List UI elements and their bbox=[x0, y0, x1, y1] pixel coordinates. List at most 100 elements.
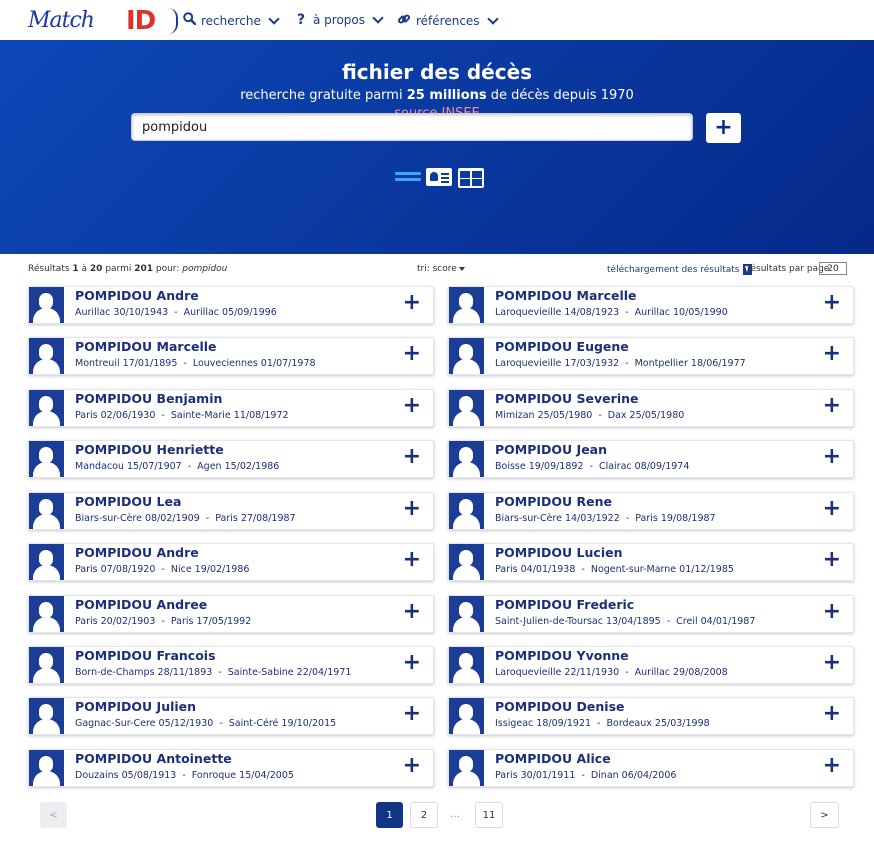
person-events: Mimizan 25/05/1980- Dax 25/05/1980 bbox=[495, 410, 684, 421]
person-events: Boisse 19/09/1892- Clairac 08/09/1974 bbox=[495, 461, 689, 472]
person-name: POMPIDOU Frederic bbox=[495, 597, 635, 612]
person-avatar-icon bbox=[29, 338, 64, 374]
grid-view-icon[interactable] bbox=[458, 168, 484, 188]
result-card[interactable]: POMPIDOU Antoinette Douzains 05/08/1913- F… bbox=[28, 749, 434, 787]
expand-plus-icon[interactable]: + bbox=[403, 443, 421, 471]
expand-plus-icon[interactable]: + bbox=[403, 495, 421, 523]
prev-page-button[interactable]: < bbox=[40, 802, 67, 828]
expand-plus-icon[interactable]: + bbox=[823, 340, 841, 368]
separator: - bbox=[161, 564, 165, 575]
nav-item-references[interactable]: références bbox=[397, 12, 499, 30]
subtitle-text: recherche gratuite parmi bbox=[240, 88, 407, 103]
person-name: POMPIDOU Rene bbox=[495, 494, 613, 509]
matchid-logo[interactable]: Match ID bbox=[28, 6, 178, 36]
page-1-button[interactable]: 1 bbox=[376, 802, 403, 828]
result-card[interactable]: POMPIDOU Yvonne Laroquevieille 22/11/1930… bbox=[448, 646, 854, 684]
person-events: Gagnac-Sur-Cere 05/12/1930- Saint-Céré 19… bbox=[75, 718, 336, 729]
expand-plus-icon[interactable]: + bbox=[403, 340, 421, 368]
separator: - bbox=[597, 718, 601, 729]
person-avatar-icon bbox=[29, 596, 64, 632]
sort-label: tri: score bbox=[417, 264, 457, 274]
result-card[interactable]: POMPIDOU Rene Biars-sur-Cère 14/03/1922- P… bbox=[448, 492, 854, 530]
expand-plus-icon[interactable]: + bbox=[823, 289, 841, 317]
birth-info: Paris 04/01/1938 bbox=[495, 564, 576, 575]
expand-plus-icon[interactable]: + bbox=[823, 392, 841, 420]
person-avatar-icon bbox=[449, 698, 484, 734]
list-view-icon[interactable] bbox=[395, 172, 421, 182]
nav-item-a-propos[interactable]: ? à propos bbox=[294, 12, 384, 28]
page-11-button[interactable]: 11 bbox=[475, 802, 503, 828]
result-card[interactable]: POMPIDOU Andre Paris 07/08/1920- Nice 19/0… bbox=[28, 543, 434, 581]
result-card[interactable]: POMPIDOU Henriette Mandacou 15/07/1907- Ag… bbox=[28, 440, 434, 478]
logo-script: Match bbox=[28, 8, 95, 33]
result-card[interactable]: POMPIDOU Severine Mimizan 25/05/1980- Dax … bbox=[448, 389, 854, 427]
result-card[interactable]: POMPIDOU Denise Issigeac 18/09/1921- Borde… bbox=[448, 697, 854, 735]
expand-plus-icon[interactable]: + bbox=[403, 700, 421, 728]
expand-plus-icon[interactable]: + bbox=[823, 598, 841, 626]
page-2-button[interactable]: 2 bbox=[410, 802, 438, 828]
result-card[interactable]: POMPIDOU Francois Born-de-Champs 28/11/18… bbox=[28, 646, 434, 684]
person-name: POMPIDOU Andre bbox=[75, 288, 199, 303]
result-card[interactable]: POMPIDOU Benjamin Paris 02/06/1930- Sainte… bbox=[28, 389, 434, 427]
result-card[interactable]: POMPIDOU Jean Boisse 19/09/1892- Clairac 0… bbox=[448, 440, 854, 478]
expand-plus-icon[interactable]: + bbox=[823, 495, 841, 523]
advanced-search-button[interactable]: + bbox=[706, 113, 741, 143]
person-name: POMPIDOU Antoinette bbox=[75, 751, 232, 766]
person-avatar-icon bbox=[449, 750, 484, 786]
death-info: Nogent-sur-Marne 01/12/1985 bbox=[590, 564, 734, 575]
chevron-down-icon bbox=[372, 12, 384, 24]
death-info: Louveciennes 01/07/1978 bbox=[192, 358, 316, 369]
person-avatar-icon bbox=[29, 750, 64, 786]
result-card[interactable]: POMPIDOU Julien Gagnac-Sur-Cere 05/12/193… bbox=[28, 697, 434, 735]
link-icon bbox=[397, 12, 411, 30]
expand-plus-icon[interactable]: + bbox=[403, 752, 421, 780]
next-page-button[interactable]: > bbox=[810, 802, 839, 828]
expand-plus-icon[interactable]: + bbox=[823, 649, 841, 677]
person-avatar-icon bbox=[29, 698, 64, 734]
search-input[interactable]: pompidou bbox=[131, 113, 693, 141]
result-card[interactable]: POMPIDOU Lea Biars-sur-Cère 08/02/1909- Pa… bbox=[28, 492, 434, 530]
result-card[interactable]: POMPIDOU Andre Aurillac 30/10/1943- Aurill… bbox=[28, 286, 434, 324]
expand-plus-icon[interactable]: + bbox=[403, 392, 421, 420]
summary-to: 20 bbox=[89, 264, 103, 274]
result-card[interactable]: POMPIDOU Marcelle Laroquevieille 14/08/19… bbox=[448, 286, 854, 324]
expand-plus-icon[interactable]: + bbox=[823, 700, 841, 728]
nav-label: recherche bbox=[201, 13, 261, 28]
birth-info: Aurillac 30/10/1943 bbox=[75, 307, 169, 318]
death-info: Dax 25/05/1980 bbox=[607, 410, 685, 421]
results-summary: Résultats 1 à 20 parmi 201 pour: pompido… bbox=[28, 264, 227, 274]
result-card[interactable]: POMPIDOU Lucien Paris 04/01/1938- Nogent-s… bbox=[448, 543, 854, 581]
person-events: Laroquevieille 22/11/1930- Aurillac 29/08… bbox=[495, 667, 728, 678]
search-icon bbox=[182, 12, 196, 29]
result-card[interactable]: POMPIDOU Frederic Saint-Julien-de-Toursac… bbox=[448, 595, 854, 633]
nav-item-recherche[interactable]: recherche bbox=[182, 12, 280, 29]
person-name: POMPIDOU Alice bbox=[495, 751, 611, 766]
birth-info: Laroquevieille 14/08/1923 bbox=[495, 307, 620, 318]
person-name: POMPIDOU Andree bbox=[75, 597, 208, 612]
card-view-icon[interactable] bbox=[426, 168, 452, 186]
per-page-input[interactable]: 20 bbox=[819, 262, 847, 275]
birth-info: Boisse 19/09/1892 bbox=[495, 461, 584, 472]
download-results-link[interactable]: téléchargement des résultats bbox=[607, 264, 753, 275]
expand-plus-icon[interactable]: + bbox=[823, 546, 841, 574]
hero-subtitle: recherche gratuite parmi 25 millions de … bbox=[0, 88, 874, 103]
expand-plus-icon[interactable]: + bbox=[403, 546, 421, 574]
expand-plus-icon[interactable]: + bbox=[823, 752, 841, 780]
result-card[interactable]: POMPIDOU Alice Paris 30/01/1911- Dinan 06/… bbox=[448, 749, 854, 787]
death-info: Saint-Céré 19/10/2015 bbox=[228, 718, 337, 729]
expand-plus-icon[interactable]: + bbox=[403, 649, 421, 677]
result-card[interactable]: POMPIDOU Marcelle Montreuil 17/01/1895- Lo… bbox=[28, 337, 434, 375]
person-events: Biars-sur-Cère 14/03/1922- Paris 19/08/19… bbox=[495, 513, 716, 524]
death-info: Sainte-Sabine 22/04/1971 bbox=[227, 667, 352, 678]
birth-info: Mimizan 25/05/1980 bbox=[495, 410, 593, 421]
expand-plus-icon[interactable]: + bbox=[823, 443, 841, 471]
expand-plus-icon[interactable]: + bbox=[403, 598, 421, 626]
birth-info: Paris 20/02/1903 bbox=[75, 616, 156, 627]
result-card[interactable]: POMPIDOU Andree Paris 20/02/1903- Paris 17… bbox=[28, 595, 434, 633]
result-card[interactable]: POMPIDOU Eugene Laroquevieille 17/03/1932… bbox=[448, 337, 854, 375]
birth-info: Born-de-Champs 28/11/1893 bbox=[75, 667, 213, 678]
separator: - bbox=[161, 410, 165, 421]
sort-dropdown[interactable]: tri: score bbox=[417, 264, 465, 274]
expand-plus-icon[interactable]: + bbox=[403, 289, 421, 317]
person-events: Laroquevieille 14/08/1923- Aurillac 10/05… bbox=[495, 307, 728, 318]
